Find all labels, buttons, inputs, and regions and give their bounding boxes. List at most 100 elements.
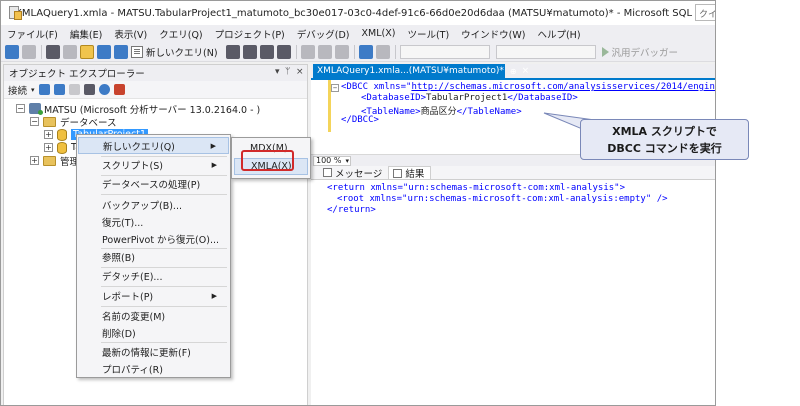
editor-line-2: <DatabaseID>TabularProject1</DatabaseID> [361,93,578,103]
result-line-2: <root xmlns="urn:schemas-microsoft-com:x… [337,194,668,204]
filter-icon[interactable] [83,84,95,95]
zoom-dropdown[interactable]: 100 % [313,156,351,166]
add-item-icon[interactable] [63,44,77,59]
disconnect-icon[interactable] [53,84,65,95]
database-icon [57,141,67,154]
callout-line-1: XMLA スクリプトで [612,125,717,138]
cut-icon[interactable] [300,44,315,59]
menu-item-script[interactable]: スクリプト(S) ▶ [78,156,229,173]
tab-messages[interactable]: メッセージ [319,166,388,180]
menu-file[interactable]: ファイル(F) [7,27,58,41]
tree-node-management[interactable]: + 管理 [30,154,79,168]
menu-item-detach[interactable]: デタッチ(E)... [78,267,229,284]
redo-icon[interactable] [375,44,390,59]
xmla-query-icon[interactable] [276,44,291,59]
submenu-arrow-icon: ▶ [210,141,216,150]
menu-item-new-query[interactable]: 新しいクエリ(Q) ▶ [78,137,229,154]
mdx-query-icon[interactable] [242,44,257,59]
menu-project[interactable]: プロジェクト(P) [215,27,285,41]
title-bar: XMLAQuery1.xmla - MATSU.TabularProject1_… [1,1,715,25]
dropdown-icon[interactable]: ▾ [275,67,280,77]
platform-dropdown[interactable] [495,44,596,59]
menu-item-rename[interactable]: 名前の変更(M) [78,307,229,324]
menu-window[interactable]: ウインドウ(W) [461,27,525,41]
tab-close-icon[interactable]: × [522,66,530,76]
menu-item-restore-powerpivot[interactable]: PowerPivot から復元(O)... [78,230,229,247]
expand-icon[interactable]: + [44,130,53,139]
solution-config-dropdown[interactable] [399,44,490,59]
forward-icon[interactable] [22,44,36,59]
menu-debug[interactable]: デバッグ(D) [297,27,350,41]
stop-icon[interactable] [68,84,80,95]
connect-dropdown-icon[interactable]: ▾ [31,86,35,94]
menu-view[interactable]: 表示(V) [114,27,147,41]
back-icon[interactable] [5,44,19,59]
activity-monitor-icon[interactable] [113,84,125,95]
menu-item-backup[interactable]: バックアップ(B)... [78,196,229,213]
collapse-icon[interactable]: − [16,104,25,113]
refresh-icon[interactable] [98,84,110,95]
tree-node-databases[interactable]: − データベース [30,115,117,129]
menu-item-refresh[interactable]: 最新の情報に更新(F) [78,343,229,360]
database-context-menu: 新しいクエリ(Q) ▶ スクリプト(S) ▶ データベースの処理(P) バックアップ… [76,134,231,378]
document-area: XMLAQuery1.xmla...(MATSU¥matumoto)* ⊕ × … [311,64,715,405]
menu-edit[interactable]: 編集(E) [70,27,102,41]
menu-item-reports[interactable]: レポート(P) ▶ [78,287,229,304]
editor-line-4: </DBCC> [341,115,379,125]
menu-item-browse[interactable]: 参照(B) [78,248,229,265]
analysis-query-icon[interactable] [225,44,240,59]
menu-item-properties[interactable]: プロパティ(R) [78,360,229,377]
new-query-button[interactable]: 新しいクエリ(N) [131,45,218,59]
tab-title: XMLAQuery1.xmla...(MATSU¥matumoto)* [317,66,504,76]
menu-item-process-database[interactable]: データベースの処理(P) [78,175,229,192]
folder-icon [43,116,56,127]
results-tab-bar: メッセージ 結果 [311,166,715,180]
play-icon [601,46,609,57]
tab-pin-icon[interactable]: ⊕ [510,67,517,76]
new-query-icon [131,45,143,58]
callout-line-2: DBCC コマンドを実行 [607,142,722,155]
menu-tools[interactable]: ツール(T) [407,27,449,41]
save-icon[interactable] [97,44,111,59]
expand-icon[interactable]: + [30,156,39,165]
namespace-link[interactable]: http://schemas.microsoft.com/analysisser… [411,82,715,92]
document-tab-bar: XMLAQuery1.xmla...(MATSU¥matumoto)* ⊕ × [311,64,715,78]
undo-icon[interactable] [358,44,373,59]
close-icon[interactable]: × [296,67,304,77]
standard-toolbar: 新しいクエリ(N) 汎用デバッガー [1,42,715,62]
paste-icon[interactable] [334,44,349,59]
results-pane[interactable]: <return xmlns="urn:schemas-microsoft-com… [311,180,715,405]
databases-label: データベース [60,117,117,129]
editor-line-3: <TableName>商品区分</TableName> [361,107,522,117]
generic-debugger-button[interactable]: 汎用デバッガー [601,45,679,59]
collapse-icon[interactable]: − [30,117,39,126]
copy-icon[interactable] [317,44,332,59]
menu-query[interactable]: クエリ(Q) [159,27,202,41]
menu-item-delete[interactable]: 削除(D) [78,324,229,341]
object-explorer-toolbar: 接続 ▾ [4,81,307,99]
new-query-label: 新しいクエリ(N) [146,47,218,59]
outline-collapse-icon[interactable]: − [331,84,339,92]
menu-item-restore[interactable]: 復元(T)... [78,213,229,230]
menu-help[interactable]: ヘルプ(H) [537,27,580,41]
dmx-query-icon[interactable] [259,44,274,59]
menu-xml[interactable]: XML(X) [362,28,396,39]
connect-object-icon[interactable] [38,84,50,95]
messages-icon [323,168,332,177]
tab-results[interactable]: 結果 [388,166,432,180]
expand-icon[interactable]: + [44,143,53,152]
tab-xmla-query[interactable]: XMLAQuery1.xmla...(MATSU¥matumoto)* ⊕ × [313,64,529,78]
connect-button[interactable]: 接続 [8,83,27,97]
menu-bar: ファイル(F) 編集(E) 表示(V) クエリ(Q) プロジェクト(P) デバッ… [1,25,715,42]
object-explorer-title: オブジェクト エクスプローラー [9,69,145,80]
new-project-icon[interactable] [46,44,60,59]
pin-icon[interactable]: ᛘ [285,67,290,77]
save-all-icon[interactable] [114,44,128,59]
xmla-highlight-box [241,150,294,171]
debugger-label: 汎用デバッガー [611,47,679,59]
tree-node-server[interactable]: − MATSU (Microsoft 分析サーバー 13.0.2164.0 - … [16,102,260,116]
grid-icon [393,168,403,178]
open-file-icon[interactable] [80,44,94,59]
quick-launch-input[interactable]: クイ [695,4,715,21]
folder-icon [43,155,56,166]
